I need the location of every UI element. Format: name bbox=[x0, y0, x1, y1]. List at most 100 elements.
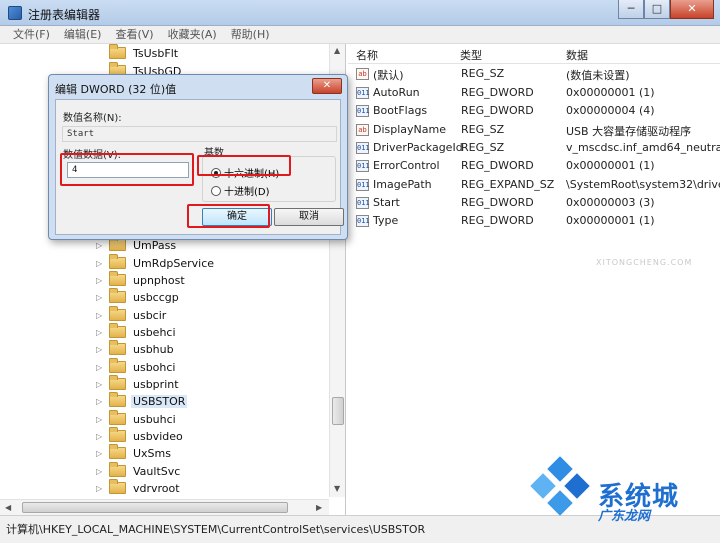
list-row[interactable]: ab DisplayName REG_SZ USB 大容量存储驱动程序 bbox=[348, 121, 720, 139]
tree-item-label: VaultSvc bbox=[133, 464, 181, 478]
value-type: REG_EXPAND_SZ bbox=[461, 178, 555, 191]
binary-value-icon: 011 bbox=[356, 197, 370, 209]
tree-item[interactable]: TsUsbFlt bbox=[96, 44, 180, 62]
scroll-left-arrow-icon[interactable]: ◀ bbox=[5, 503, 11, 512]
expand-arrow-icon[interactable]: ▷ bbox=[96, 259, 104, 268]
value-name: BootFlags bbox=[373, 104, 428, 117]
radio-unchecked-icon[interactable] bbox=[211, 185, 221, 196]
tree-item[interactable]: ▷ usbhub bbox=[96, 340, 176, 358]
regedit-icon bbox=[8, 6, 22, 20]
value-data: v_mscdsc.inf_amd64_neutral_ bbox=[566, 141, 720, 154]
folder-icon bbox=[109, 340, 126, 355]
tree-item-label: TsUsbFlt bbox=[133, 46, 179, 60]
expand-arrow-icon[interactable]: ▷ bbox=[96, 449, 104, 458]
list-row[interactable]: 011 BootFlags REG_DWORD 0x00000004 (4) bbox=[348, 102, 720, 120]
list-row[interactable]: 011 ErrorControl REG_DWORD 0x00000001 (1… bbox=[348, 157, 720, 175]
expand-arrow-icon[interactable]: ▷ bbox=[96, 345, 104, 354]
tree-item[interactable]: ▷ UxSms bbox=[96, 444, 173, 462]
tree-item[interactable]: ▷ UmRdpService bbox=[96, 254, 216, 272]
tree-item-label: UxSms bbox=[133, 446, 171, 460]
string-value-icon: ab bbox=[356, 124, 369, 136]
expand-arrow-icon[interactable]: ▷ bbox=[96, 328, 104, 337]
expand-arrow-icon[interactable]: ▷ bbox=[96, 467, 104, 476]
menu-favorites[interactable]: 收藏夹(A) bbox=[161, 26, 224, 43]
scroll-up-arrow-icon[interactable]: ▲ bbox=[334, 46, 340, 55]
expand-arrow-icon[interactable]: ▷ bbox=[96, 293, 104, 302]
scroll-down-arrow-icon[interactable]: ▼ bbox=[334, 484, 340, 493]
highlight-box-ok-button bbox=[187, 204, 270, 228]
value-data: 0x00000001 (1) bbox=[566, 214, 655, 227]
binary-value-icon: 011 bbox=[356, 105, 370, 117]
value-data: \SystemRoot\system32\drive bbox=[566, 178, 720, 191]
list-row[interactable]: 011 Start REG_DWORD 0x00000003 (3) bbox=[348, 194, 720, 212]
close-button[interactable]: ✕ bbox=[670, 0, 714, 19]
tree-item[interactable]: ▷ usbccgp bbox=[96, 288, 181, 306]
list-row[interactable]: ab (默认) REG_SZ (数值未设置) bbox=[348, 65, 720, 83]
tree-item[interactable]: ▷ usbcir bbox=[96, 306, 168, 324]
expand-arrow-icon[interactable]: ▷ bbox=[96, 484, 104, 493]
expand-arrow-icon[interactable]: ▷ bbox=[96, 311, 104, 320]
binary-value-icon: 011 bbox=[356, 142, 370, 154]
binary-value-icon: 011 bbox=[356, 215, 370, 227]
column-header-type[interactable]: 类型 bbox=[460, 47, 482, 63]
watermark-subtext: 广东龙网 bbox=[598, 509, 651, 524]
tree-item[interactable]: ▷ usbvideo bbox=[96, 427, 185, 445]
scroll-right-arrow-icon[interactable]: ▶ bbox=[316, 503, 322, 512]
dialog-close-button[interactable]: ✕ bbox=[312, 78, 342, 94]
column-header-data[interactable]: 数据 bbox=[566, 47, 588, 63]
menu-file[interactable]: 文件(F) bbox=[6, 26, 57, 43]
menu-bar: 文件(F) 编辑(E) 查看(V) 收藏夹(A) 帮助(H) bbox=[0, 26, 720, 44]
value-type: REG_DWORD bbox=[461, 104, 534, 117]
minimize-button[interactable]: ─ bbox=[618, 0, 644, 19]
value-type: REG_DWORD bbox=[461, 159, 534, 172]
tree-item[interactable]: ▷ usbohci bbox=[96, 358, 178, 376]
value-name: AutoRun bbox=[373, 86, 420, 99]
tree-item[interactable]: ▷ vdrvroot bbox=[96, 479, 182, 497]
tree-item-label: usbprint bbox=[133, 377, 179, 391]
tree-item[interactable]: ▷ VaultSvc bbox=[96, 462, 182, 480]
tree-item-selected[interactable]: ▷ USBSTOR bbox=[96, 392, 188, 410]
tree-horizontal-scrollbar[interactable]: ◀ ▶ bbox=[0, 499, 329, 515]
expand-arrow-icon[interactable]: ▷ bbox=[96, 363, 104, 372]
expand-arrow-icon[interactable]: ▷ bbox=[96, 276, 104, 285]
tree-item-label: UmPass bbox=[133, 238, 177, 252]
list-row[interactable]: 011 ImagePath REG_EXPAND_SZ \SystemRoot\… bbox=[348, 176, 720, 194]
folder-icon bbox=[109, 44, 126, 59]
folder-icon bbox=[109, 288, 126, 303]
values-list-pane[interactable]: 名称 类型 数据 ab (默认) REG_SZ (数值未设置) 011 Auto… bbox=[348, 44, 720, 515]
tree-item-label: usbuhci bbox=[133, 412, 176, 426]
window-title: 注册表编辑器 bbox=[28, 8, 101, 22]
expand-arrow-icon[interactable]: ▷ bbox=[96, 415, 104, 424]
expand-arrow-icon[interactable]: ▷ bbox=[96, 380, 104, 389]
expand-arrow-icon[interactable]: ▷ bbox=[96, 241, 104, 250]
tree-item-label: upnphost bbox=[133, 273, 185, 287]
folder-icon bbox=[109, 479, 126, 494]
value-name: ImagePath bbox=[373, 178, 432, 191]
scroll-thumb[interactable] bbox=[22, 502, 288, 513]
dialog-title: 编辑 DWORD (32 位)值 bbox=[55, 83, 177, 96]
expand-arrow-icon[interactable]: ▷ bbox=[96, 397, 104, 406]
maximize-button[interactable]: □ bbox=[644, 0, 670, 19]
scroll-thumb[interactable] bbox=[332, 397, 344, 425]
faint-watermark-text: XITONGCHENG.COM bbox=[596, 258, 693, 267]
column-header-name[interactable]: 名称 bbox=[356, 47, 378, 63]
value-name: DisplayName bbox=[373, 123, 446, 136]
value-name: (默认) bbox=[373, 69, 404, 82]
list-row[interactable]: 011 Type REG_DWORD 0x00000001 (1) bbox=[348, 212, 720, 230]
menu-view[interactable]: 查看(V) bbox=[108, 26, 160, 43]
cancel-button[interactable]: 取消 bbox=[274, 208, 344, 226]
tree-item[interactable]: ▷ usbuhci bbox=[96, 410, 178, 428]
tree-item[interactable]: ▷ usbprint bbox=[96, 375, 181, 393]
menu-edit[interactable]: 编辑(E) bbox=[57, 26, 109, 43]
menu-help[interactable]: 帮助(H) bbox=[224, 26, 277, 43]
list-header: 名称 类型 数据 bbox=[348, 44, 720, 64]
binary-value-icon: 011 bbox=[356, 87, 370, 99]
value-name-label: 数值名称(N): bbox=[63, 113, 122, 124]
list-row[interactable]: 011 DriverPackageId REG_SZ v_mscdsc.inf_… bbox=[348, 139, 720, 157]
tree-item[interactable]: ▷ usbehci bbox=[96, 323, 178, 341]
list-row[interactable]: 011 AutoRun REG_DWORD 0x00000001 (1) bbox=[348, 84, 720, 102]
expand-arrow-icon[interactable]: ▷ bbox=[96, 432, 104, 441]
dec-radio-option[interactable]: 十进制(D) bbox=[211, 183, 270, 198]
dec-radio-label: 十进制(D) bbox=[224, 187, 270, 198]
tree-item[interactable]: ▷ upnphost bbox=[96, 271, 187, 289]
